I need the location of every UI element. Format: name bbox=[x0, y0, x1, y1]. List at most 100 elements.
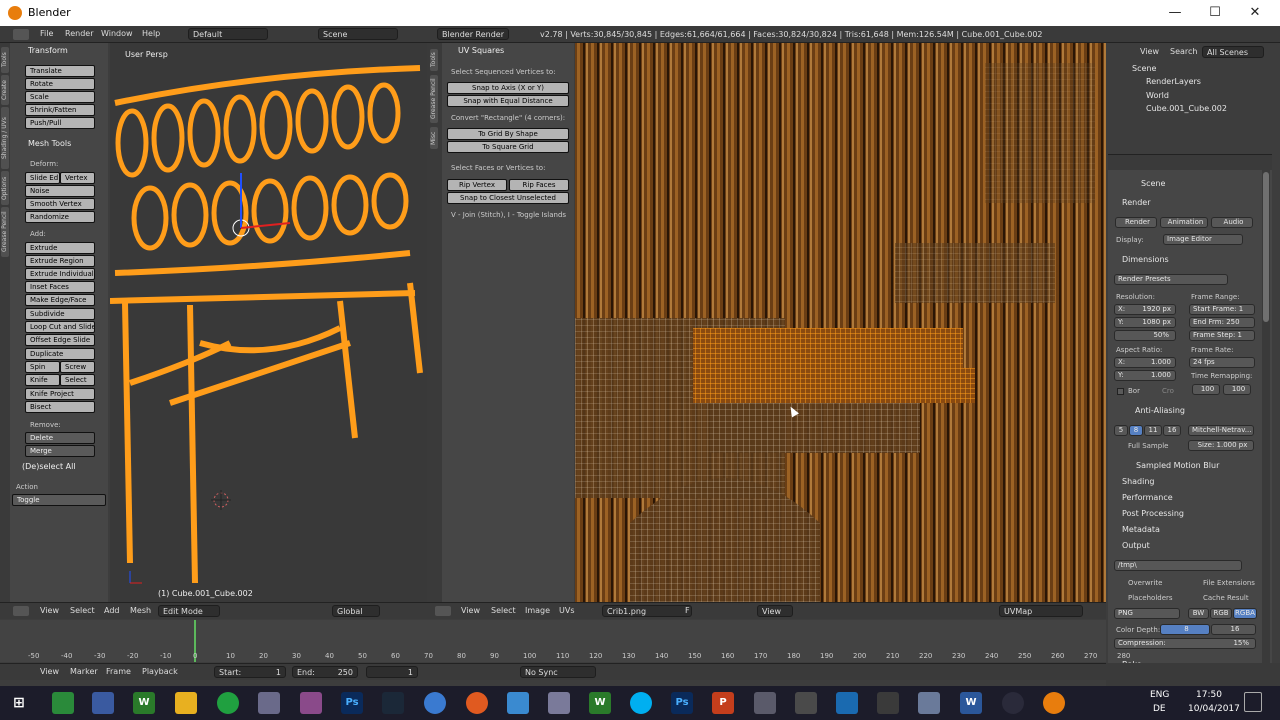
noise-button[interactable]: Noise bbox=[25, 185, 95, 197]
aa-samples-16[interactable]: 16 bbox=[1163, 425, 1181, 436]
start-value[interactable]: 1 bbox=[276, 668, 281, 677]
taskbar-steam-icon[interactable] bbox=[382, 692, 404, 714]
taskbar-app-icon[interactable] bbox=[92, 692, 114, 714]
end-value[interactable]: 250 bbox=[338, 668, 353, 677]
render-presets-select[interactable]: Render Presets bbox=[1114, 274, 1228, 285]
render-button[interactable]: Render bbox=[1115, 217, 1157, 228]
uv-squares-title[interactable]: UV Squares bbox=[458, 46, 504, 55]
snap-closest-unselected-button[interactable]: Snap to Closest Unselected bbox=[447, 192, 569, 204]
mode-select[interactable]: Edit Mode bbox=[158, 605, 220, 617]
to-grid-by-shape-button[interactable]: To Grid By Shape bbox=[447, 128, 569, 140]
clock-time[interactable]: 17:50 bbox=[1196, 690, 1222, 700]
asp-y-value[interactable]: 1.000 bbox=[1151, 371, 1175, 380]
view3d-menu-mesh[interactable]: Mesh bbox=[130, 606, 151, 615]
resolution-percent-field[interactable]: 50% bbox=[1114, 330, 1176, 341]
timeline-menu-playback[interactable]: Playback bbox=[142, 667, 178, 676]
aa-samples-8[interactable]: 8 bbox=[1129, 425, 1143, 436]
keyboard-layout-indicator[interactable]: DE bbox=[1153, 704, 1166, 714]
rgba-toggle[interactable]: RGBA bbox=[1233, 608, 1257, 619]
snap-to-axis-button[interactable]: Snap to Axis (X or Y) bbox=[447, 82, 569, 94]
uv-menu-select[interactable]: Select bbox=[491, 606, 516, 615]
taskbar-photoshop-icon[interactable]: Ps bbox=[341, 692, 363, 714]
view3d-menu-view[interactable]: View bbox=[40, 606, 59, 615]
taskbar-skype-icon[interactable] bbox=[630, 692, 652, 714]
taskbar-app-icon[interactable] bbox=[548, 692, 570, 714]
extrude-button[interactable]: Extrude bbox=[25, 242, 95, 254]
mesh-tools-title[interactable]: Mesh Tools bbox=[28, 139, 71, 148]
anti-aliasing-title[interactable]: Anti-Aliasing bbox=[1135, 406, 1185, 415]
menu-render[interactable]: Render bbox=[65, 29, 93, 38]
fake-user-toggle[interactable]: F bbox=[685, 606, 690, 615]
extrude-region-button[interactable]: Extrude Region bbox=[25, 255, 95, 267]
uv-menu-uvs[interactable]: UVs bbox=[559, 606, 575, 615]
tab-uv-misc[interactable]: Misc bbox=[430, 127, 438, 149]
taskbar-app-icon[interactable] bbox=[52, 692, 74, 714]
taskbar-blender-icon[interactable] bbox=[1043, 692, 1065, 714]
view3d-menu-add[interactable]: Add bbox=[104, 606, 120, 615]
asp-x-value[interactable]: 1.000 bbox=[1151, 358, 1175, 367]
taskbar-firefox-icon[interactable] bbox=[466, 692, 488, 714]
dimensions-panel-title[interactable]: Dimensions bbox=[1122, 255, 1169, 264]
cache-result-checkbox[interactable]: Cache Result bbox=[1203, 594, 1249, 602]
duplicate-button[interactable]: Duplicate bbox=[25, 348, 95, 360]
color-depth-8[interactable]: 8 bbox=[1160, 624, 1210, 635]
tab-uv-grease-pencil[interactable]: Grease Pencil bbox=[430, 75, 438, 123]
spin-button[interactable]: Spin bbox=[25, 361, 60, 373]
shading-panel-title[interactable]: Shading bbox=[1122, 477, 1155, 486]
rip-faces-button[interactable]: Rip Faces bbox=[509, 179, 569, 191]
render-engine-select[interactable]: Blender Render bbox=[437, 28, 509, 40]
frame-step-field[interactable]: Frame Step: 1 bbox=[1189, 330, 1255, 341]
audio-button[interactable]: Audio bbox=[1211, 217, 1253, 228]
post-processing-panel-title[interactable]: Post Processing bbox=[1122, 509, 1184, 518]
action-select[interactable]: Toggle bbox=[12, 494, 106, 506]
bw-toggle[interactable]: BW bbox=[1188, 608, 1209, 619]
performance-panel-title[interactable]: Performance bbox=[1122, 493, 1173, 502]
taskbar-app-icon[interactable] bbox=[795, 692, 817, 714]
uv-image-editor[interactable] bbox=[575, 43, 1106, 602]
timeline-menu-marker[interactable]: Marker bbox=[70, 667, 98, 676]
extrude-individual-button[interactable]: Extrude Individual bbox=[25, 268, 95, 280]
time-remap-new[interactable]: 100 bbox=[1223, 384, 1251, 395]
border-checkbox[interactable] bbox=[1117, 388, 1124, 395]
end-frame-field[interactable]: End Frm: 250 bbox=[1189, 317, 1255, 328]
color-depth-16[interactable]: 16 bbox=[1211, 624, 1256, 635]
display-select[interactable]: Image Editor bbox=[1163, 234, 1243, 245]
translate-button[interactable]: Translate bbox=[25, 65, 95, 77]
rip-vertex-button[interactable]: Rip Vertex bbox=[447, 179, 507, 191]
snap-equal-distance-button[interactable]: Snap with Equal Distance bbox=[447, 95, 569, 107]
push-pull-button[interactable]: Push/Pull bbox=[25, 117, 95, 129]
scale-button[interactable]: Scale bbox=[25, 91, 95, 103]
knife-select-button[interactable]: Select bbox=[60, 374, 95, 386]
close-button[interactable]: ✕ bbox=[1235, 0, 1275, 26]
uv-editor-type-icon[interactable] bbox=[435, 606, 451, 616]
sync-select[interactable]: No Sync bbox=[520, 666, 596, 678]
tab-tools[interactable]: Tools bbox=[1, 47, 9, 73]
outliner-item-scene[interactable]: Scene bbox=[1132, 64, 1156, 73]
minimize-button[interactable]: — bbox=[1155, 0, 1195, 26]
outliner-item-world[interactable]: World bbox=[1146, 91, 1169, 100]
taskbar-powerpoint-icon[interactable]: P bbox=[712, 692, 734, 714]
knife-project-button[interactable]: Knife Project bbox=[25, 388, 95, 400]
to-square-grid-button[interactable]: To Square Grid bbox=[447, 141, 569, 153]
taskbar-app-icon[interactable] bbox=[424, 692, 446, 714]
menu-help[interactable]: Help bbox=[142, 29, 160, 38]
transform-panel-title[interactable]: Transform bbox=[28, 46, 68, 55]
overwrite-checkbox[interactable]: Overwrite bbox=[1128, 579, 1162, 587]
scene-field[interactable]: Scene bbox=[318, 28, 398, 40]
tab-grease-pencil[interactable]: Grease Pencil bbox=[1, 207, 9, 257]
uv-menu-view[interactable]: View bbox=[461, 606, 480, 615]
screw-button[interactable]: Screw bbox=[60, 361, 95, 373]
knife-button[interactable]: Knife bbox=[25, 374, 60, 386]
menu-file[interactable]: File bbox=[40, 29, 53, 38]
taskbar-app-icon[interactable] bbox=[217, 692, 239, 714]
output-panel-title[interactable]: Output bbox=[1122, 541, 1150, 550]
randomize-button[interactable]: Randomize bbox=[25, 211, 95, 223]
render-panel-title[interactable]: Render bbox=[1122, 198, 1150, 207]
timeline-menu-view[interactable]: View bbox=[40, 667, 59, 676]
outliner-item-cube[interactable]: Cube.001_Cube.002 bbox=[1146, 104, 1227, 113]
inset-faces-button[interactable]: Inset Faces bbox=[25, 281, 95, 293]
file-extensions-checkbox[interactable]: File Extensions bbox=[1203, 579, 1255, 587]
taskbar-app-icon[interactable] bbox=[507, 692, 529, 714]
aa-size-field[interactable]: Size: 1.000 px bbox=[1188, 440, 1254, 451]
layout-field[interactable]: Default bbox=[188, 28, 268, 40]
